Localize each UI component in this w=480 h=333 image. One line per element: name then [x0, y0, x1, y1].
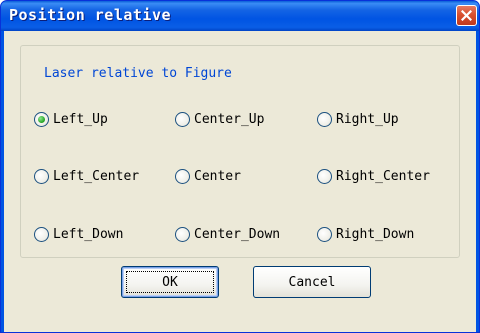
radio-center[interactable]: Center: [175, 167, 241, 185]
radio-label-left-down: Left_Down: [53, 226, 124, 242]
radio-label-center: Center: [194, 168, 241, 184]
title-bar[interactable]: Position relative: [1, 1, 479, 31]
radio-button[interactable]: [34, 168, 49, 184]
radio-button[interactable]: [175, 168, 190, 184]
radio-right-up[interactable]: Right_Up: [317, 110, 399, 128]
radio-button[interactable]: [175, 111, 190, 127]
radio-label-center-down: Center_Down: [194, 226, 281, 242]
radio-right-down[interactable]: Right_Down: [317, 225, 414, 243]
radio-button[interactable]: [175, 226, 190, 242]
cancel-button-label: Cancel: [288, 274, 336, 290]
radio-label-right-up: Right_Up: [336, 111, 399, 127]
radio-button[interactable]: [317, 226, 332, 242]
radio-button-checked[interactable]: [34, 111, 49, 127]
radio-label-left-up: Left_Up: [53, 111, 108, 127]
ok-button[interactable]: OK: [121, 266, 219, 298]
ok-button-label: OK: [162, 274, 178, 290]
window-title: Position relative: [9, 6, 172, 24]
radio-label-right-down: Right_Down: [336, 226, 415, 242]
radio-label-center-up: Center_Up: [194, 111, 265, 127]
radio-center-up[interactable]: Center_Up: [175, 110, 264, 128]
close-icon: [461, 10, 472, 21]
radio-right-center[interactable]: Right_Center: [317, 167, 430, 185]
radio-button[interactable]: [317, 168, 332, 184]
radio-left-up[interactable]: Left_Up: [34, 110, 108, 128]
radio-label-right-center: Right_Center: [336, 168, 430, 184]
groupbox-label: Laser relative to Figure: [41, 66, 235, 82]
radio-left-down[interactable]: Left_Down: [34, 225, 123, 243]
radio-button[interactable]: [34, 226, 49, 242]
radio-left-center[interactable]: Left_Center: [34, 167, 139, 185]
cancel-button[interactable]: Cancel: [253, 266, 371, 298]
radio-button[interactable]: [317, 111, 332, 127]
radio-label-left-center: Left_Center: [53, 168, 140, 184]
radio-center-down[interactable]: Center_Down: [175, 225, 280, 243]
close-button[interactable]: [456, 5, 477, 26]
